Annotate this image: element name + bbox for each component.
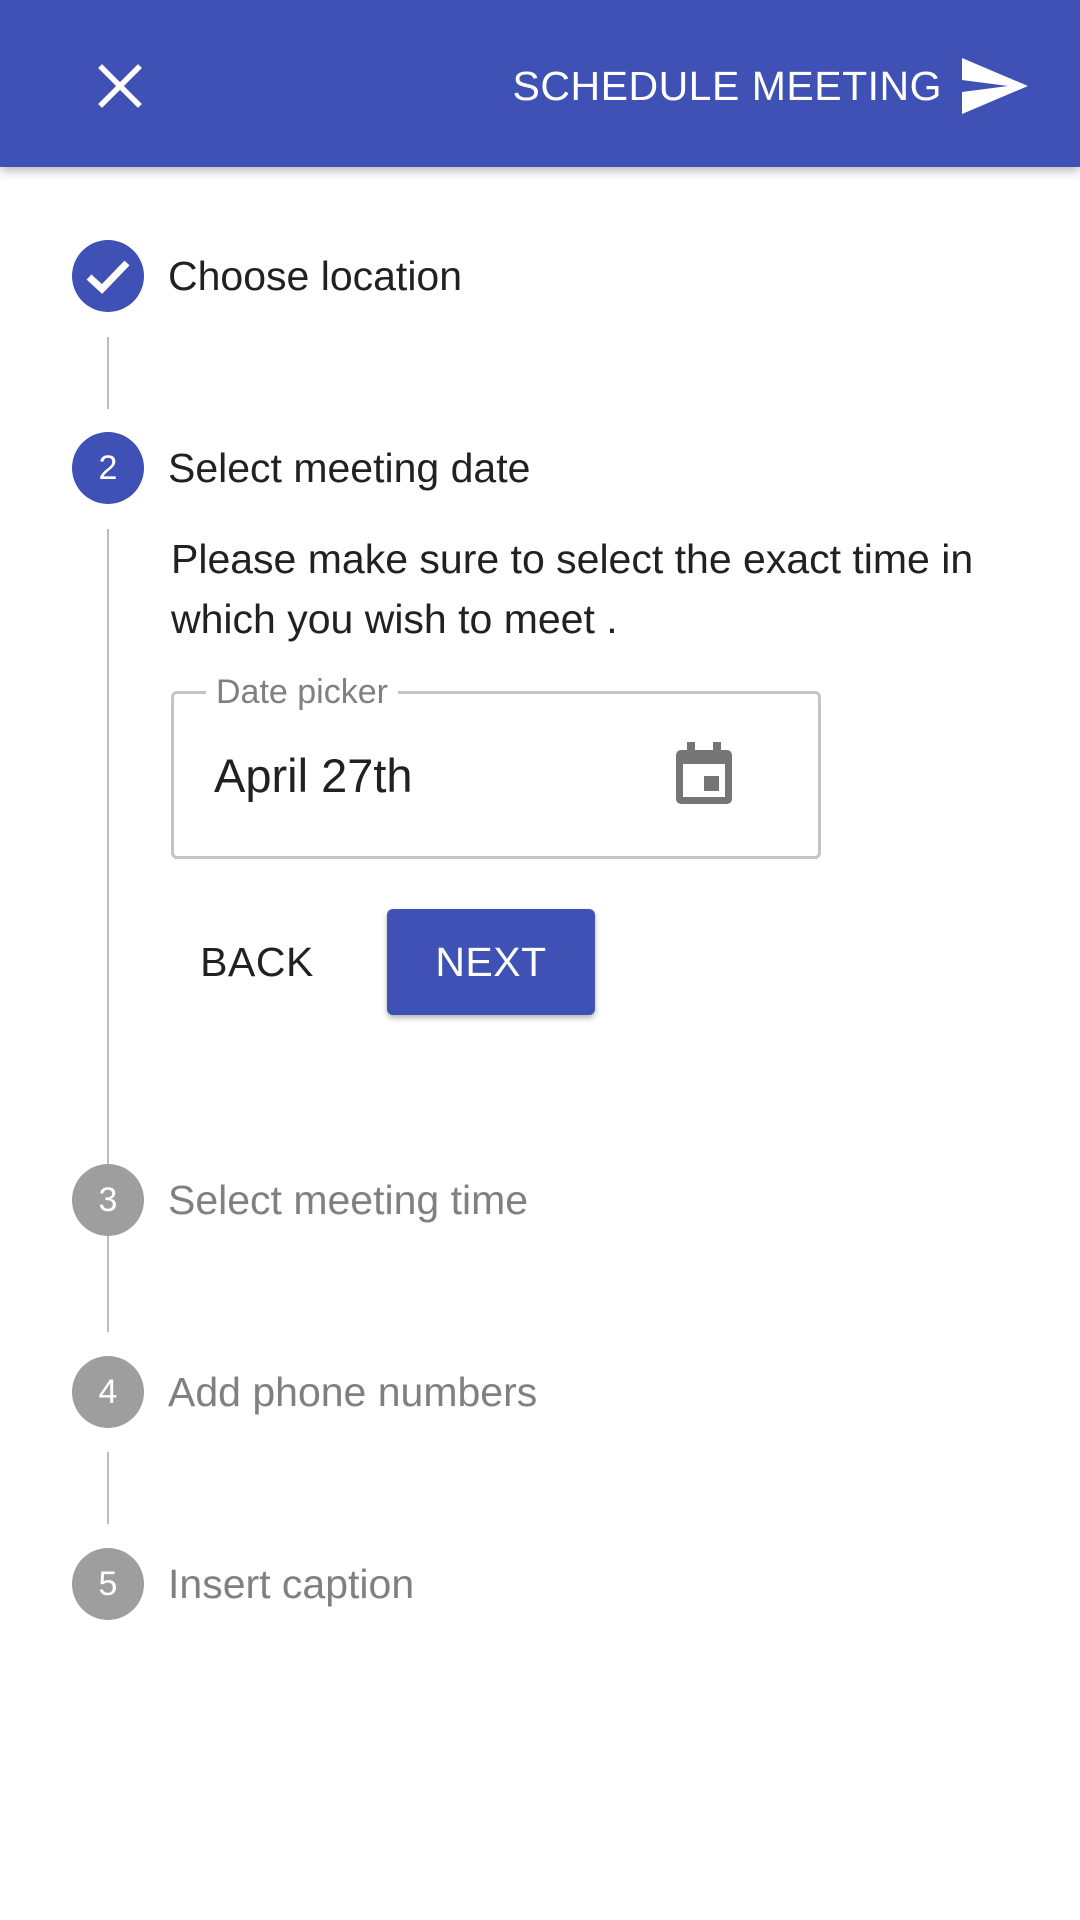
calendar-button[interactable]	[654, 724, 754, 824]
next-button[interactable]: NEXT	[387, 909, 595, 1015]
step-connector	[107, 337, 109, 409]
step-instructions: Please make sure to select the exact tim…	[171, 536, 974, 642]
date-picker-field[interactable]: Date picker April 27th	[171, 672, 821, 859]
step-add-phone-numbers[interactable]: 4 Add phone numbers	[72, 1356, 537, 1428]
step-2-number: 2	[98, 448, 118, 487]
date-picker-value[interactable]: April 27th	[214, 694, 413, 856]
back-button[interactable]: BACK	[177, 909, 337, 1015]
step-5-label: Insert caption	[168, 1560, 415, 1607]
step-select-meeting-date[interactable]: 2 Select meeting date	[72, 432, 530, 504]
step-2-content: Please make sure to select the exact tim…	[171, 529, 991, 1015]
step-choose-location[interactable]: Choose location	[72, 240, 462, 312]
send-icon	[962, 58, 1028, 114]
step-1-label: Choose location	[168, 252, 463, 299]
step-select-meeting-time[interactable]: 3 Select meeting time	[72, 1164, 528, 1236]
app-bar: SCHEDULE MEETING	[0, 0, 1080, 167]
step-2-label: Select meeting date	[168, 444, 531, 491]
step-5-number: 5	[98, 1564, 118, 1603]
step-3-label: Select meeting time	[168, 1176, 529, 1223]
step-insert-caption[interactable]: 5 Insert caption	[72, 1548, 414, 1620]
step-5-number-badge: 5	[72, 1548, 144, 1620]
step-4-number-badge: 4	[72, 1356, 144, 1428]
close-icon	[98, 64, 142, 108]
check-icon	[86, 260, 130, 294]
schedule-meeting-label: SCHEDULE MEETING	[512, 62, 942, 109]
step-4-label: Add phone numbers	[168, 1368, 538, 1415]
step-3-number: 3	[98, 1180, 118, 1219]
close-button[interactable]	[76, 42, 164, 130]
stepper: Choose location 2 Select meeting date Pl…	[0, 167, 1080, 1920]
step-3-number-badge: 3	[72, 1164, 144, 1236]
step-connector	[107, 1452, 109, 1524]
step-connector	[107, 1260, 109, 1332]
calendar-icon	[676, 742, 732, 804]
step-1-complete-badge	[72, 240, 144, 312]
schedule-meeting-button[interactable]: SCHEDULE MEETING	[501, 42, 1040, 130]
step-4-number: 4	[98, 1372, 118, 1411]
step-2-number-badge: 2	[72, 432, 144, 504]
